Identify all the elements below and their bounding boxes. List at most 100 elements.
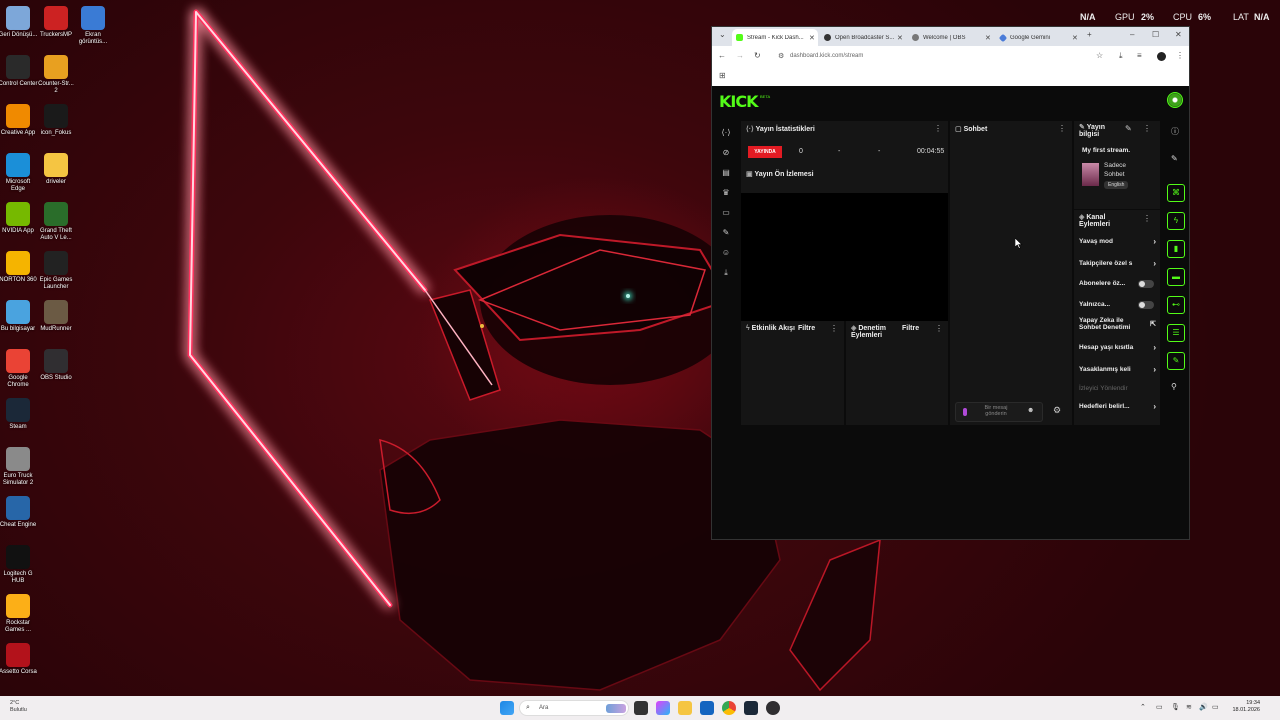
emote-icon[interactable] xyxy=(963,408,967,416)
steam-taskbar-icon[interactable] xyxy=(744,701,758,715)
bookmark-star-icon[interactable]: ☆ xyxy=(1096,51,1103,60)
desktop-icon[interactable]: Rockstar Games ... xyxy=(0,594,38,634)
moderation-filter-button[interactable]: Filtre xyxy=(902,325,919,332)
channel-actions-menu-kebab-icon[interactable]: ⋮ xyxy=(1143,214,1151,223)
apps-grid-icon[interactable]: ⊞ xyxy=(719,71,726,80)
close-tab-icon[interactable]: ✕ xyxy=(985,34,991,42)
chat-settings-icon[interactable]: ▬ xyxy=(1167,268,1185,286)
desktop-icon[interactable]: Bu bilgisayar xyxy=(0,300,38,333)
stream-info-menu-kebab-icon[interactable]: ⋮ xyxy=(1143,124,1151,133)
profile-avatar-icon[interactable] xyxy=(1157,52,1166,61)
back-arrow-icon[interactable]: ← xyxy=(718,51,726,60)
tab-google-gemini[interactable]: Google Gemini ✕ xyxy=(996,29,1082,46)
emoji-icon[interactable]: ☻ xyxy=(1027,407,1034,414)
download-tray-icon[interactable]: ⤓ xyxy=(720,268,732,280)
minimize-icon[interactable]: – xyxy=(1130,30,1134,39)
maximize-icon[interactable]: ☐ xyxy=(1152,30,1159,39)
reload-icon[interactable]: ↻ xyxy=(754,51,761,60)
desktop-icon[interactable]: TruckersMP xyxy=(36,6,76,39)
user-avatar[interactable] xyxy=(1167,92,1183,108)
weather-widget[interactable]: 2°C Bulutlu xyxy=(10,700,27,714)
chrome-taskbar-icon[interactable] xyxy=(722,701,736,715)
desktop-icon[interactable]: Euro Truck Simulator 2 xyxy=(0,447,38,487)
desktop-icon[interactable]: Cheat Engine xyxy=(0,496,38,529)
tab-search-chevron-icon[interactable]: ⌄ xyxy=(719,30,726,39)
desktop-icon[interactable]: Assetto Corsa xyxy=(0,643,38,676)
raid-icon[interactable]: ⊷ xyxy=(1167,296,1185,314)
desktop-icon[interactable]: icon_Fokus xyxy=(36,104,76,137)
system-clock[interactable]: 19:34 18.01.2026 xyxy=(1228,700,1260,714)
desktop-icon[interactable]: Geri Dönüşü... xyxy=(0,6,38,39)
desktop-icon[interactable]: Grand Theft Auto V Le... xyxy=(36,202,76,242)
desktop-icon[interactable]: Google Chrome xyxy=(0,349,38,389)
info-icon[interactable]: ⓘ xyxy=(1171,126,1179,137)
desktop-icon[interactable]: Control Center xyxy=(0,55,38,88)
mod-tools-icon[interactable]: ⌘ xyxy=(1167,184,1185,202)
desktop-icon[interactable]: Creative App xyxy=(0,104,38,137)
tab-kick-dashboard[interactable]: Stream - Kick Dash... ✕ xyxy=(732,29,818,46)
tray-app-icon[interactable]: ▭ xyxy=(1156,703,1163,711)
taskbar-search[interactable]: ⌕ Ara xyxy=(519,700,629,716)
desktop-icon[interactable]: Microsoft Edge xyxy=(0,153,38,193)
store-icon[interactable] xyxy=(700,701,714,715)
community-icon[interactable]: ☺ xyxy=(720,248,732,260)
lightning-icon[interactable]: ϟ xyxy=(1167,212,1185,230)
desktop-icon[interactable]: OBS Studio xyxy=(36,349,76,382)
toggle-switch[interactable] xyxy=(1138,280,1154,288)
wrench-icon[interactable]: ✎ xyxy=(720,228,732,240)
tray-chevron-icon[interactable]: ⌃ xyxy=(1140,703,1146,711)
media-icon[interactable]: ▭ xyxy=(720,208,732,220)
stream-preview-video[interactable] xyxy=(741,193,948,321)
chevron-right-icon[interactable]: › xyxy=(1153,237,1156,246)
address-bar[interactable]: ⚙ dashboard.kick.com/stream xyxy=(774,50,1112,63)
nodes-icon[interactable]: ⚲ xyxy=(1171,382,1177,391)
activity-filter-button[interactable]: Filtre xyxy=(798,325,815,332)
wifi-icon[interactable]: ≋ xyxy=(1186,703,1192,711)
obs-taskbar-icon[interactable] xyxy=(766,701,780,715)
volume-icon[interactable]: 🔊 xyxy=(1199,703,1208,711)
chrome-menu-icon[interactable]: ⋮ xyxy=(1176,51,1184,60)
moderation-menu-kebab-icon[interactable]: ⋮ xyxy=(935,324,943,333)
file-explorer-icon[interactable] xyxy=(678,701,692,715)
forward-arrow-icon[interactable]: → xyxy=(736,51,744,60)
microphone-icon[interactable]: 🎙 xyxy=(1171,703,1180,711)
trophy-icon[interactable]: ♛ xyxy=(720,188,732,200)
activity-menu-kebab-icon[interactable]: ⋮ xyxy=(830,324,838,333)
close-tab-icon[interactable]: ✕ xyxy=(897,34,903,42)
desktop-icon[interactable]: Counter-Str... 2 xyxy=(36,55,76,95)
chevron-right-icon[interactable]: › xyxy=(1153,343,1156,352)
desktop-icon[interactable]: NVIDIA App xyxy=(0,202,38,235)
close-window-icon[interactable]: ✕ xyxy=(1175,30,1182,39)
chat-settings-gear-icon[interactable]: ⚙ xyxy=(1053,405,1061,416)
desktop-icon[interactable]: Steam xyxy=(0,398,38,431)
broadcast-icon[interactable]: ⟨·⟩ xyxy=(720,128,732,140)
edit-pencil-icon[interactable]: ✎ xyxy=(1125,124,1132,133)
site-info-icon[interactable]: ⚙ xyxy=(778,52,784,60)
pencil-icon[interactable]: ✎ xyxy=(1171,154,1178,163)
battery-icon[interactable]: ▭ xyxy=(1212,703,1219,711)
tab-obs-site[interactable]: Open Broadcaster S... ✕ xyxy=(820,29,906,46)
desktop-icon[interactable]: MudRunner xyxy=(36,300,76,333)
new-tab-plus-icon[interactable]: + xyxy=(1087,30,1092,39)
link-icon[interactable]: ⊘ xyxy=(720,148,732,160)
windows-start-icon[interactable] xyxy=(500,701,514,715)
desktop-icon[interactable]: Epic Games Launcher xyxy=(36,251,76,291)
chat-message-input[interactable]: Bir mesaj gönderin ☻ xyxy=(955,402,1043,422)
chevron-right-icon[interactable]: › xyxy=(1153,365,1156,374)
desktop-icon[interactable]: NORTON 360 xyxy=(0,251,38,284)
close-tab-icon[interactable]: ✕ xyxy=(1072,34,1078,42)
task-view-icon[interactable] xyxy=(634,701,648,715)
close-tab-icon[interactable]: ✕ xyxy=(809,34,815,42)
chat-menu-kebab-icon[interactable]: ⋮ xyxy=(1058,124,1066,133)
tab-welcome-obs[interactable]: Welcome | OBS ✕ xyxy=(908,29,994,46)
external-link-icon[interactable]: ⇱ xyxy=(1150,320,1156,328)
kick-logo[interactable]: KICK xyxy=(719,92,758,111)
toggle-switch[interactable] xyxy=(1138,301,1154,309)
download-icon[interactable]: ⤓ xyxy=(1119,51,1123,61)
chevron-right-icon[interactable]: › xyxy=(1153,259,1156,268)
copilot-icon[interactable] xyxy=(656,701,670,715)
desktop-icon[interactable]: Logitech G HUB xyxy=(0,545,38,585)
analytics-icon[interactable]: ▤ xyxy=(720,168,732,180)
clipboard-icon[interactable]: ▮ xyxy=(1167,240,1185,258)
desktop-icon[interactable]: driveler xyxy=(36,153,76,186)
